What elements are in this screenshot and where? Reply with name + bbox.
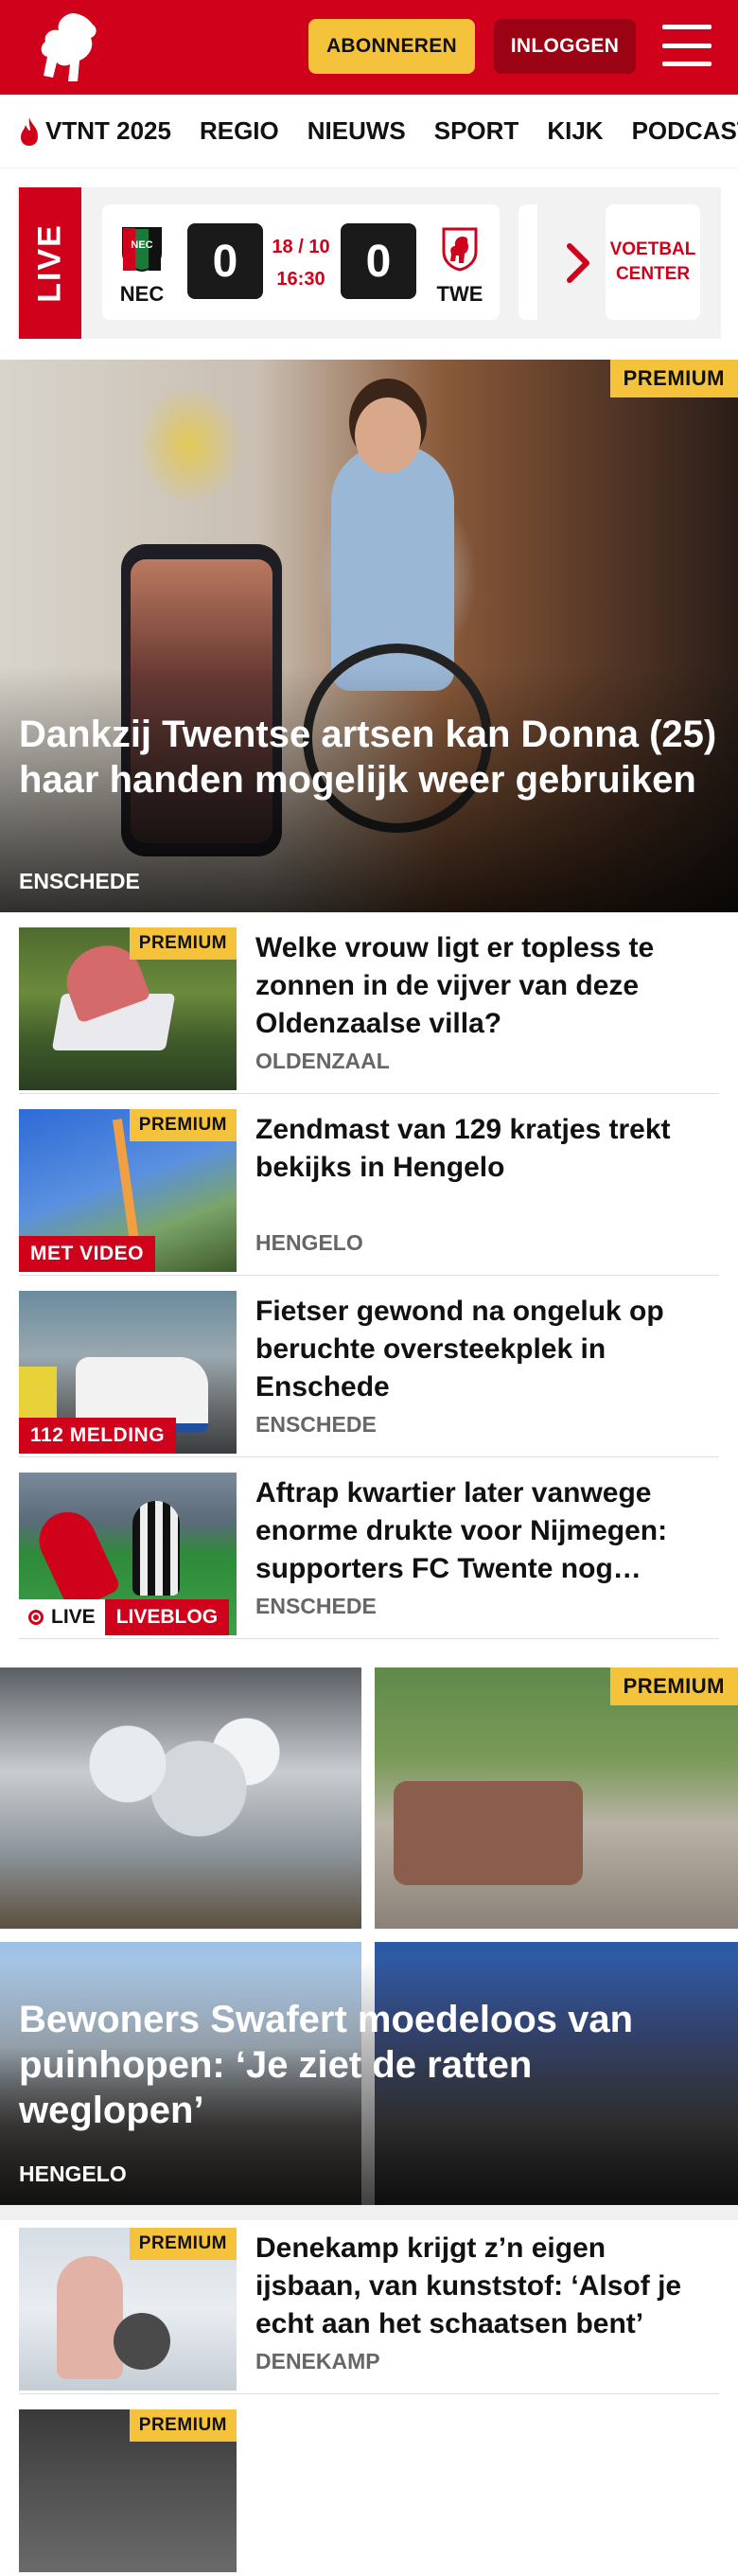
live-scores-bar: LIVE NEC NEC 0 18 / 10 16:30 0 TWE VOETB… xyxy=(17,187,721,339)
article-location: DENEKAMP xyxy=(255,2349,380,2373)
article-thumbnail: PREMIUM MET VIDEO xyxy=(19,1109,237,1272)
hero-location: ENSCHEDE xyxy=(19,869,140,893)
list-item[interactable]: LIVE LIVEBLOG Aftrap kwartier later vanw… xyxy=(19,1457,719,1639)
menu-icon[interactable] xyxy=(662,25,712,66)
article-thumbnail: 112 MELDING xyxy=(19,1291,237,1454)
chevron-right-icon[interactable] xyxy=(564,242,592,284)
article-location: HENGELO xyxy=(255,1230,363,1255)
nav-item-regio[interactable]: REGIO xyxy=(200,116,279,146)
top-header: ABONNEREN INLOGGEN xyxy=(0,0,738,95)
home-score: 0 xyxy=(187,223,263,299)
nav-label: VTNT 2025 xyxy=(45,116,171,145)
voetbal-center-link[interactable]: VOETBAL CENTER xyxy=(606,204,700,320)
svg-text:NEC: NEC xyxy=(131,239,152,251)
nav-item-vtnt[interactable]: VTNT 2025 xyxy=(17,115,171,148)
article-title[interactable]: Welke vrouw ligt er topless te zonnen in… xyxy=(255,929,719,1043)
article-location: ENSCHEDE xyxy=(255,1594,377,1618)
premium-badge: PREMIUM xyxy=(129,2409,237,2442)
article-location: OLDENZAAL xyxy=(255,1049,390,1073)
fc-twente-crest-icon xyxy=(442,227,478,272)
nav-item-kijk[interactable]: KIJK xyxy=(547,116,603,146)
home-team-name: NEC xyxy=(119,282,165,306)
article-title[interactable]: Aftrap kwartier later vanwege enorme dru… xyxy=(255,1474,719,1588)
away-team-name: TWE xyxy=(436,282,483,306)
subscribe-button[interactable]: ABONNEREN xyxy=(308,19,475,74)
live-dot-icon xyxy=(28,1610,44,1625)
next-match-card[interactable] xyxy=(518,204,537,320)
nav-item-nieuws[interactable]: NIEUWS xyxy=(308,116,406,146)
away-score: 0 xyxy=(341,223,416,299)
premium-badge: PREMIUM xyxy=(129,927,237,960)
article-title[interactable]: Denekamp krijgt z’n eigen ijsbaan, van k… xyxy=(255,2230,719,2343)
article-title[interactable]: Fietser gewond na ongeluk op beruchte ov… xyxy=(255,1293,719,1406)
premium-badge: PREMIUM xyxy=(609,1667,738,1705)
list-item[interactable]: 112 MELDING Fietser gewond na ongeluk op… xyxy=(19,1276,719,1457)
feature-title[interactable]: Bewoners Swafert moedeloos van puinhopen… xyxy=(19,1997,719,2133)
section-nav: VTNT 2025 REGIO NIEUWS SPORT KIJK PODCAS… xyxy=(0,95,738,168)
article-thumbnail: LIVE LIVEBLOG xyxy=(19,1473,237,1635)
premium-badge: PREMIUM xyxy=(129,2228,237,2260)
premium-badge: PREMIUM xyxy=(609,360,738,397)
login-button[interactable]: INLOGGEN xyxy=(494,19,636,74)
list-item[interactable]: PREMIUM Denekamp krijgt z’n eigen ijsbaa… xyxy=(19,2213,719,2394)
live-badge: LIVE LIVEBLOG xyxy=(19,1599,230,1635)
article-location: ENSCHEDE xyxy=(255,1412,377,1437)
live-label: LIVE xyxy=(19,187,81,339)
hero-article[interactable]: PREMIUM Dankzij Twentse artsen kan Donna… xyxy=(0,360,738,912)
melding-tag: 112 MELDING xyxy=(19,1418,177,1454)
article-thumbnail: PREMIUM xyxy=(19,2409,237,2572)
nav-item-podcast[interactable]: PODCAST xyxy=(632,116,738,146)
tubantia-horse-logo[interactable] xyxy=(34,9,102,85)
premium-badge: PREMIUM xyxy=(129,1109,237,1141)
feature-article[interactable]: PREMIUM Bewoners Swafert moedeloos van p… xyxy=(0,1667,738,2205)
article-title[interactable]: Zendmast van 129 kratjes trekt bekijks i… xyxy=(255,1111,719,1187)
feature-image xyxy=(0,1667,361,1929)
flame-icon xyxy=(21,116,38,146)
match-card[interactable]: NEC NEC 0 18 / 10 16:30 0 TWE xyxy=(102,204,500,320)
list-item[interactable]: PREMIUM MET VIDEO Zendmast van 129 kratj… xyxy=(19,1094,719,1276)
match-datetime: 18 / 10 16:30 xyxy=(272,237,330,290)
feature-image xyxy=(375,1667,738,1929)
article-thumbnail: PREMIUM xyxy=(19,927,237,1090)
list-item[interactable]: PREMIUM xyxy=(19,2394,719,2576)
feature-location: HENGELO xyxy=(19,2161,127,2186)
away-team: TWE xyxy=(431,225,488,307)
hero-title[interactable]: Dankzij Twentse artsen kan Donna (25) ha… xyxy=(19,712,719,803)
nav-item-sport[interactable]: SPORT xyxy=(434,116,519,146)
home-team: NEC NEC xyxy=(114,225,170,307)
video-tag: MET VIDEO xyxy=(19,1236,156,1272)
nec-crest-icon: NEC xyxy=(122,227,162,273)
article-thumbnail: PREMIUM xyxy=(19,2228,237,2391)
list-item[interactable]: PREMIUM Welke vrouw ligt er topless te z… xyxy=(19,912,719,1094)
